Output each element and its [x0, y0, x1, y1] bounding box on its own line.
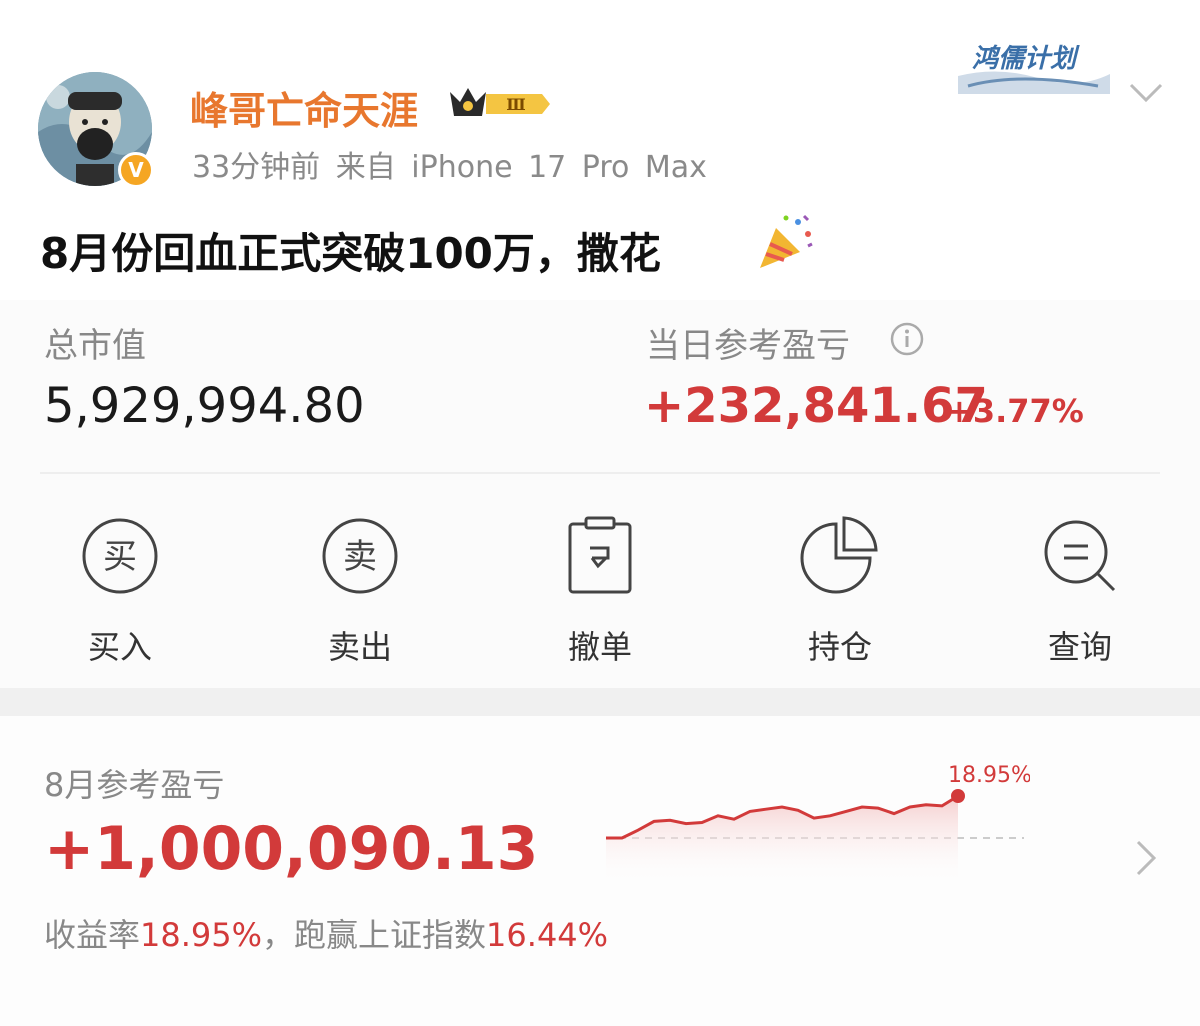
cancel-order-button[interactable]: 撤单 — [520, 516, 680, 668]
total-market-value: 5,929,994.80 — [44, 378, 365, 434]
buy-label: 买入 — [87, 628, 152, 666]
post-meta: 33分钟前 来自 iPhone 17 Pro Max — [192, 142, 707, 186]
daily-pnl-label: 当日参考盈亏 — [646, 326, 850, 366]
svg-text:买: 买 — [103, 537, 137, 577]
query-button[interactable]: 查询 — [1000, 516, 1160, 668]
sell-button[interactable]: 卖 卖出 — [280, 516, 440, 668]
party-popper-icon — [754, 210, 818, 274]
holdings-label: 持仓 — [807, 628, 872, 666]
svg-text:卖: 卖 — [343, 537, 377, 577]
monthly-stats: 收益率18.95%，跑赢上证指数16.44% — [44, 910, 608, 956]
username[interactable]: 峰哥亡命天涯 — [190, 80, 418, 135]
monthly-pnl-label: 8月参考盈亏 — [44, 766, 225, 804]
search-icon — [1040, 516, 1120, 596]
daily-pnl-value: +232,841.67 — [644, 378, 988, 434]
cancel-order-label: 撤单 — [567, 628, 632, 666]
buy-button[interactable]: 买 买入 — [40, 516, 200, 668]
cancel-order-icon — [560, 516, 640, 596]
chevron-down-icon[interactable] — [1128, 82, 1164, 104]
divider — [40, 472, 1160, 474]
post-source: 来自 iPhone 17 Pro Max — [335, 150, 707, 185]
daily-pnl-percent: +3.77% — [946, 392, 1084, 430]
program-badge-text: 鸿儒计划 — [972, 44, 1077, 74]
post-time: 33分钟前 — [192, 150, 321, 185]
sell-icon: 卖 — [320, 516, 400, 596]
return-label: 收益率 — [44, 916, 141, 954]
info-icon[interactable] — [890, 322, 924, 356]
holdings-button[interactable]: 持仓 — [760, 516, 920, 668]
monthly-pnl-value: +1,000,090.13 — [44, 814, 539, 884]
return-value: 18.95% — [140, 916, 263, 954]
section-gap — [0, 688, 1200, 716]
buy-icon: 买 — [80, 516, 160, 596]
total-market-value-label: 总市值 — [44, 326, 146, 366]
chevron-right-icon[interactable] — [1134, 838, 1158, 878]
sell-label: 卖出 — [327, 628, 392, 666]
query-label: 查询 — [1047, 628, 1112, 666]
verified-badge-icon: V — [118, 152, 154, 188]
monthly-pnl-chart: 18.95% — [606, 763, 1030, 886]
crown-level-badge-icon: Ⅲ — [446, 82, 552, 124]
beat-index-value: 16.44% — [486, 916, 609, 954]
level-badge-text: Ⅲ — [506, 95, 525, 114]
chart-end-label: 18.95% — [948, 763, 1030, 788]
chart-end-point — [951, 789, 965, 803]
pie-chart-icon — [800, 516, 880, 596]
post-text: 8月份回血正式突破100万，撒花 — [40, 229, 661, 278]
beat-index-label: ，跑赢上证指数 — [262, 916, 487, 954]
